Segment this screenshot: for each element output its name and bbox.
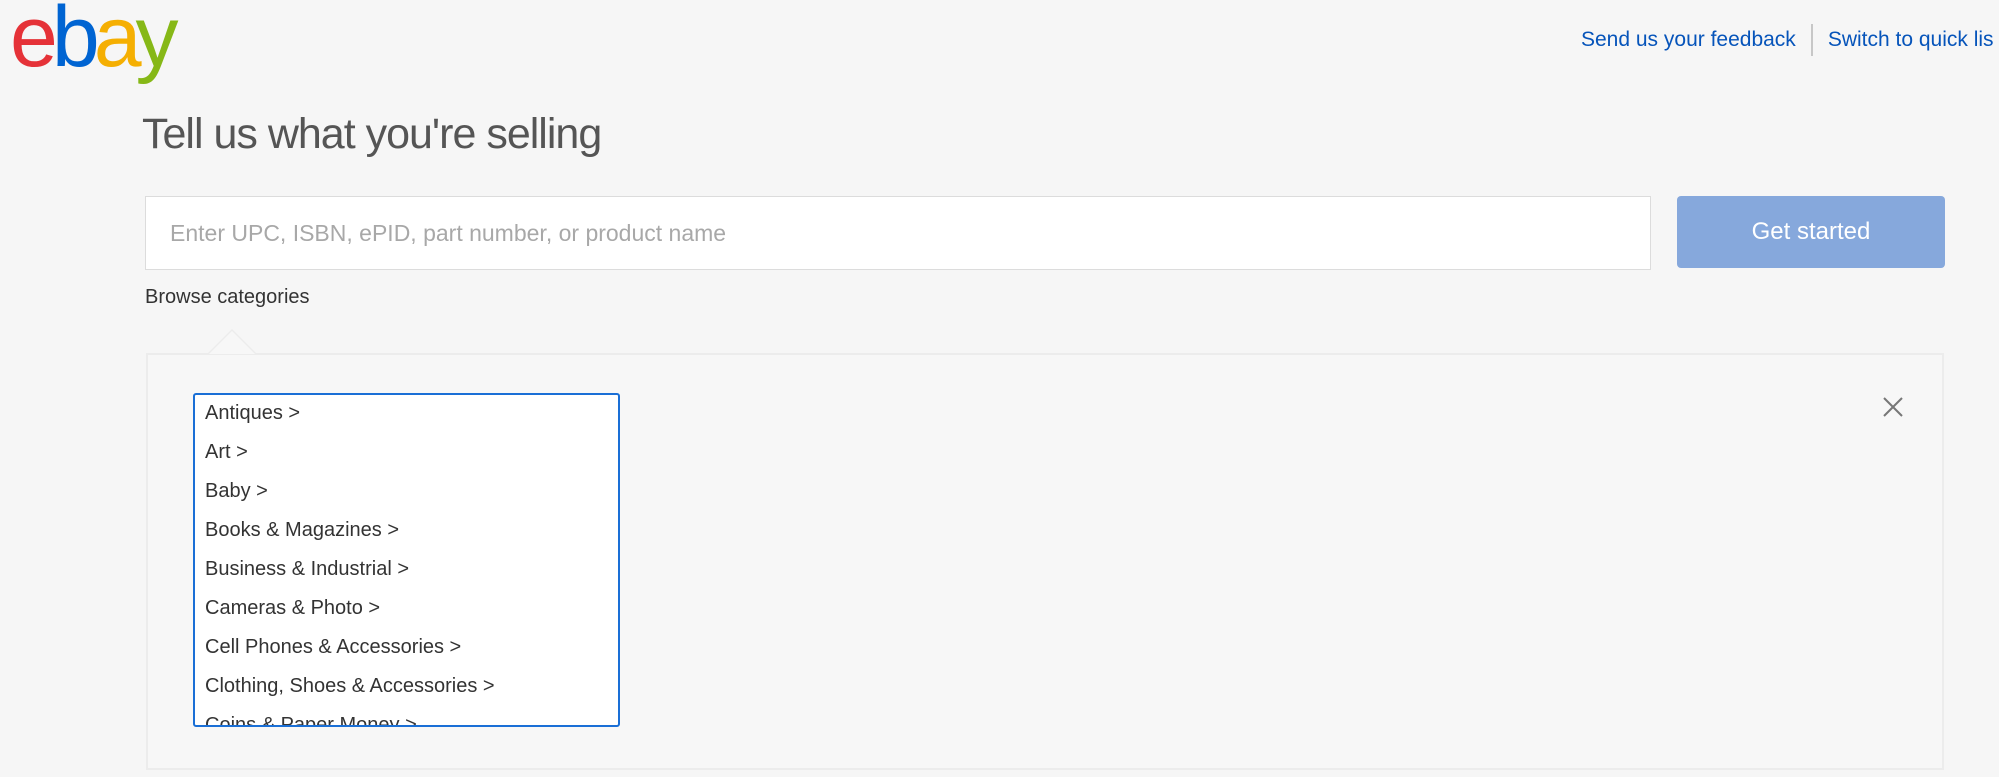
get-started-button[interactable]: Get started: [1677, 196, 1945, 268]
category-option[interactable]: Business & Industrial >: [195, 551, 618, 590]
logo-letter: b: [51, 0, 100, 85]
category-listbox[interactable]: Antiques > Art > Baby > Books & Magazine…: [193, 393, 620, 727]
page-title: Tell us what you're selling: [142, 110, 602, 158]
category-list: Antiques > Art > Baby > Books & Magazine…: [195, 395, 618, 725]
category-option[interactable]: Clothing, Shoes & Accessories >: [195, 668, 618, 707]
quick-listing-link[interactable]: Switch to quick lis: [1828, 28, 1994, 52]
category-option[interactable]: Art >: [195, 434, 618, 473]
logo-letter: a: [93, 0, 142, 85]
category-option[interactable]: Cell Phones & Accessories >: [195, 629, 618, 668]
logo-letter: y: [135, 0, 179, 85]
logo-letter: e: [10, 0, 58, 85]
category-option[interactable]: Coins & Paper Money >: [195, 707, 618, 725]
category-option[interactable]: Books & Magazines >: [195, 512, 618, 551]
ebay-logo[interactable]: ebay: [10, 0, 179, 85]
close-icon: [1883, 397, 1903, 417]
category-option[interactable]: Antiques >: [195, 395, 618, 434]
category-option[interactable]: Baby >: [195, 473, 618, 512]
top-links: Send us your feedback Switch to quick li…: [1581, 24, 1994, 56]
category-option[interactable]: Cameras & Photo >: [195, 590, 618, 629]
panel-pointer-caret: [207, 329, 257, 354]
feedback-link[interactable]: Send us your feedback: [1581, 28, 1796, 52]
browse-categories-label[interactable]: Browse categories: [145, 286, 310, 309]
link-divider: [1810, 24, 1813, 56]
product-search-input[interactable]: [145, 196, 1651, 270]
close-panel-button[interactable]: [1878, 392, 1908, 422]
